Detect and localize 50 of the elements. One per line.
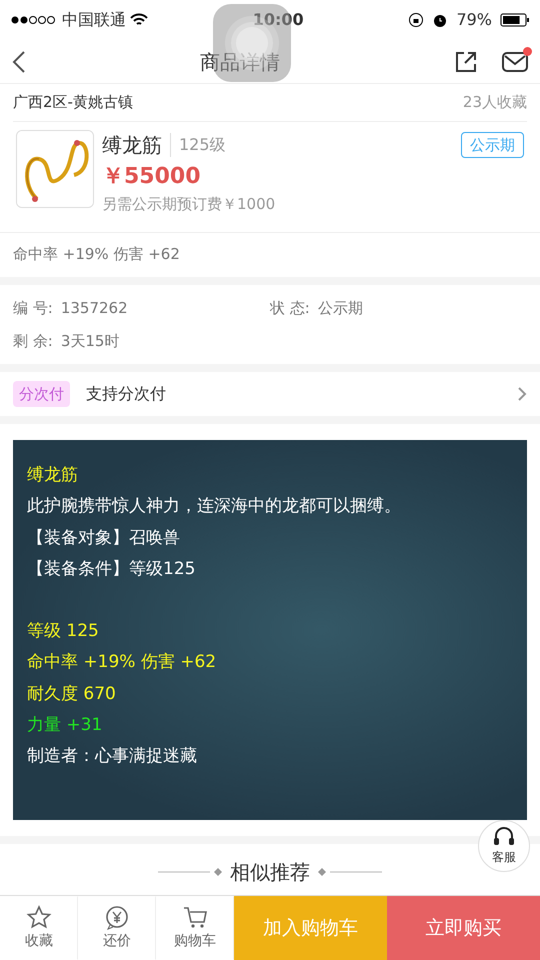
- bottom-tab[interactable]: 还价: [78, 896, 156, 960]
- item-level: 125级: [170, 133, 226, 157]
- info-label: 剩 余:: [13, 330, 53, 352]
- info-label: 编 号:: [13, 298, 53, 319]
- info-value: 公示期: [318, 298, 363, 319]
- description-line: 【装备条件】等级125: [27, 558, 196, 581]
- server-name: 广西2区-黄姚古镇: [13, 92, 133, 114]
- back-icon[interactable]: [12, 50, 26, 74]
- installment-text: 支持分次付: [86, 383, 167, 405]
- battery-icon: [500, 13, 530, 27]
- wifi-icon: [130, 13, 148, 27]
- star-icon: [26, 904, 52, 930]
- deposit-note: 另需公示期预订费￥1000: [102, 194, 276, 215]
- carrier-name: 中国联通: [62, 9, 126, 31]
- bottom-tab[interactable]: 收藏: [0, 896, 78, 960]
- installment-tag: 分次付: [13, 380, 70, 408]
- alarm-icon: [432, 12, 448, 28]
- ornament-icon: [158, 868, 222, 876]
- cart-icon: [182, 904, 208, 930]
- info-label: 状 态:: [270, 298, 310, 319]
- description-line: 命中率 +19% 伤害 +62: [27, 651, 218, 674]
- section-title: 相似推荐: [230, 858, 310, 886]
- page-title: 商品详情: [200, 50, 280, 74]
- ornament-icon: [318, 868, 382, 876]
- yen-icon: [104, 904, 130, 930]
- buy-now-button[interactable]: 立即购买: [387, 896, 540, 960]
- description-line: 此护腕携带惊人神力，连深海中的龙都可以捆缚。: [27, 495, 402, 518]
- favorites-count: 23人收藏: [462, 92, 527, 114]
- description-line: 力量 +31: [27, 714, 104, 738]
- rotation-lock-icon: [408, 12, 424, 28]
- battery-percent: 79%: [456, 9, 492, 31]
- status-tag: 公示期: [461, 132, 524, 158]
- info-value: 1357262: [60, 298, 128, 319]
- item-name: 缚龙筋: [102, 132, 163, 159]
- installment-row[interactable]: 分次付 支持分次付: [0, 372, 540, 416]
- signal-icon: [10, 14, 58, 26]
- info-value: 3天15时: [60, 330, 120, 352]
- mail-icon[interactable]: [502, 50, 528, 72]
- description-line: 等级 125: [27, 620, 100, 644]
- description-line: 制造者：心事满捉迷藏: [27, 745, 198, 768]
- chevron-icon: [517, 386, 527, 402]
- bottom-tab[interactable]: 购物车: [156, 896, 234, 960]
- item-price: ￥55000: [102, 163, 202, 191]
- description-line: 缚龙筋: [27, 464, 79, 487]
- share-icon[interactable]: [454, 50, 478, 74]
- headset-icon: [492, 826, 516, 848]
- description-line: 耐久度 670: [27, 682, 117, 706]
- clock-time: 10:00: [252, 9, 304, 31]
- description-line: 【装备对象】召唤兽: [27, 526, 181, 550]
- item-attributes: 命中率 +19% 伤害 +62: [13, 244, 180, 262]
